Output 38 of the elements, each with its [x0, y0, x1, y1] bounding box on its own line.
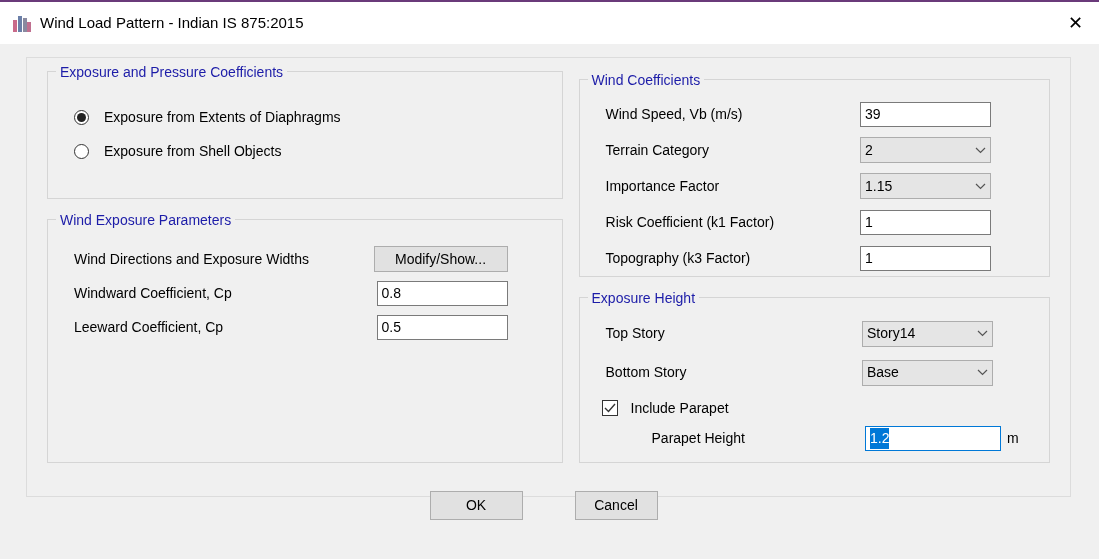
field-label: Windward Coefficient, Cp	[74, 283, 233, 303]
field-label: Bottom Story	[605, 363, 688, 382]
radio-label: Exposure from Extents of Diaphragms	[104, 107, 341, 127]
input-field[interactable]: 1	[860, 209, 991, 235]
field-label: Terrain Category	[605, 140, 710, 160]
input-field[interactable]: 0.8	[376, 280, 508, 306]
field-label: Wind Speed, Vb (m/s)	[605, 104, 744, 124]
input-field[interactable]: 1.2	[865, 425, 1001, 451]
window-title: Wind Load Pattern - Indian IS 875:2015	[40, 12, 305, 33]
input-field[interactable]: 1	[860, 245, 991, 271]
chevron-down-icon	[977, 330, 988, 337]
dropdown[interactable]: Base	[862, 359, 993, 386]
field-label: Importance Factor	[605, 176, 721, 196]
modify-show-button[interactable]: Modify/Show...	[373, 246, 508, 272]
field-label: Risk Coefficient (k1 Factor)	[605, 212, 776, 232]
dropdown[interactable]: Story14	[862, 320, 993, 347]
checkbox[interactable]	[601, 400, 618, 416]
field-label: Top Story	[605, 324, 666, 343]
unit-label: m	[1006, 428, 1020, 448]
chevron-down-icon	[975, 146, 986, 154]
field-label: Parapet Height	[650, 428, 746, 448]
field-label: Leeward Coefficient, Cp	[74, 317, 225, 337]
input-field[interactable]: 0.5	[376, 314, 508, 340]
dropdown[interactable]: 2	[860, 137, 991, 163]
chevron-down-icon	[975, 182, 986, 190]
app-icon	[12, 14, 32, 32]
radio-button[interactable]	[74, 109, 89, 125]
close-button[interactable]: ✕	[1062, 14, 1089, 32]
field-label: Topography (k3 Factor)	[605, 248, 752, 268]
cancel-button[interactable]: Cancel	[574, 491, 658, 520]
input-field[interactable]: 39	[860, 101, 991, 127]
radio-button[interactable]	[74, 143, 89, 159]
field-label: Wind Directions and Exposure Widths	[74, 249, 310, 269]
chevron-down-icon	[977, 369, 988, 376]
dropdown[interactable]: 1.15	[860, 173, 991, 199]
ok-button[interactable]: OK	[429, 491, 523, 520]
radio-label: Exposure from Shell Objects	[104, 141, 282, 161]
checkbox-label: Include Parapet	[630, 398, 729, 418]
